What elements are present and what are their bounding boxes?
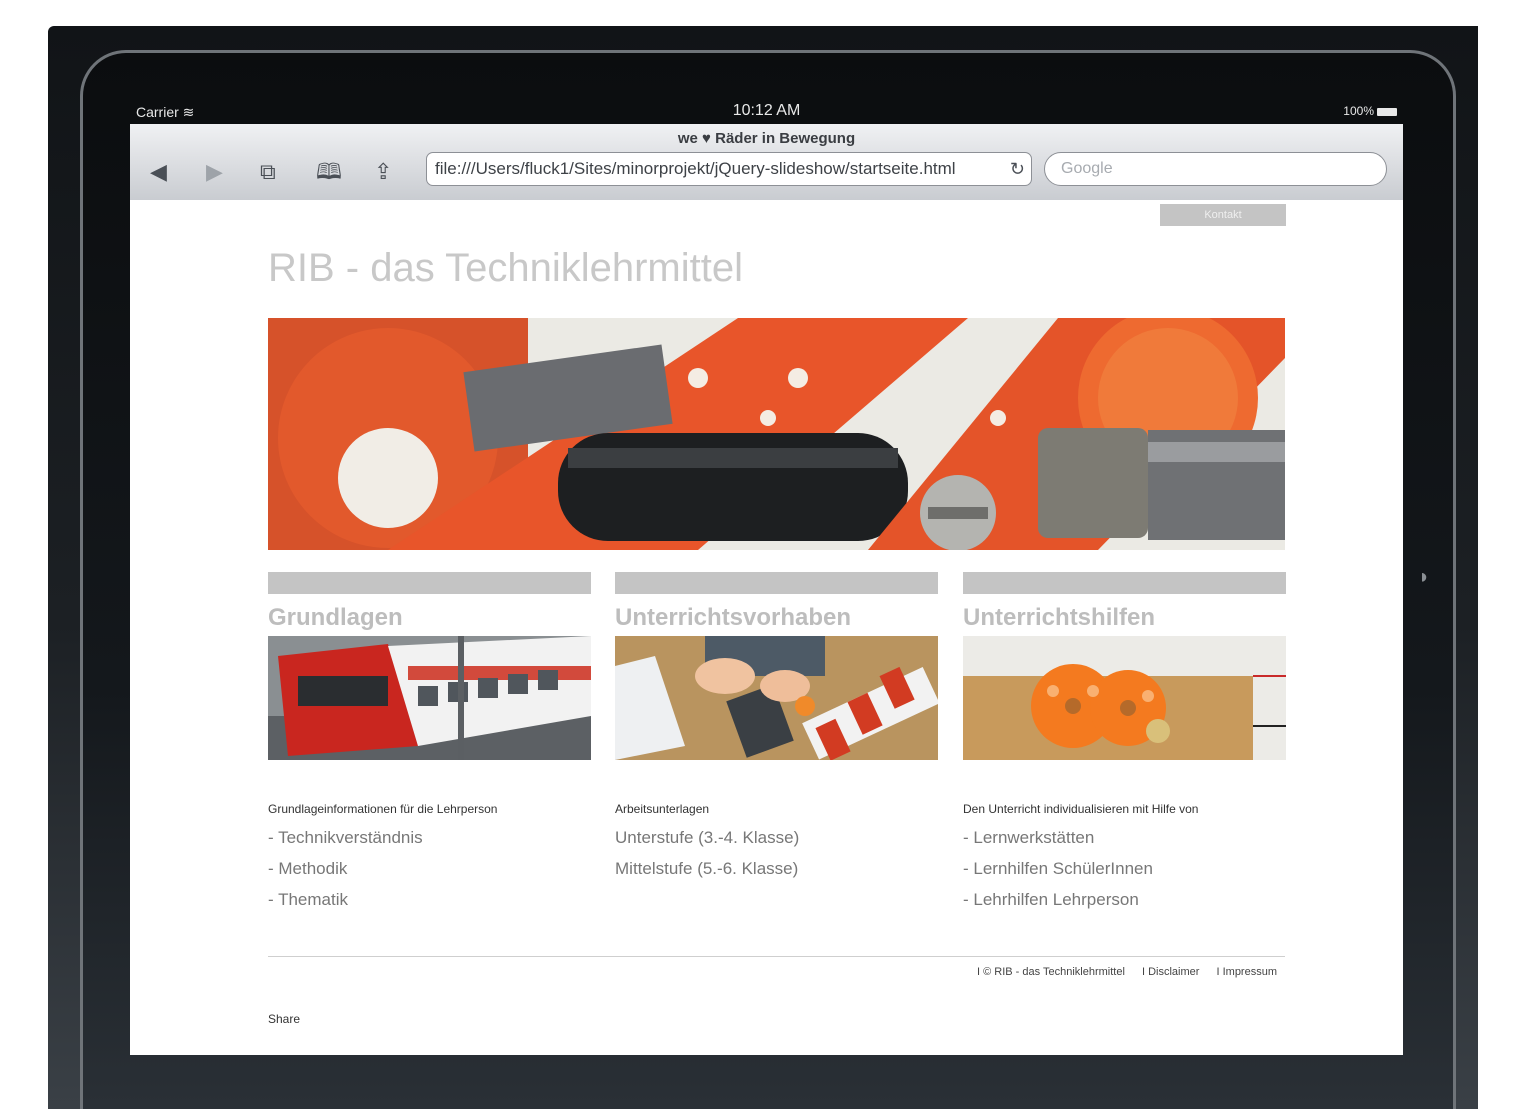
browser-page-title: we ♥ Räder in Bewegung	[677, 130, 856, 147]
column-link-list: Unterstufe (3.-4. Klasse) Mittelstufe (5…	[615, 822, 938, 884]
column-bar	[615, 572, 938, 594]
url-text: file:///Users/fluck1/Sites/minorprojekt/…	[435, 159, 956, 178]
column-heading[interactable]: Unterrichtshilfen	[963, 604, 1286, 636]
link-lernwerkstaetten[interactable]: - Lernwerkstätten	[963, 822, 1286, 853]
link-technikverstaendnis[interactable]: - Technikverständnis	[268, 822, 591, 853]
pages-icon[interactable]: ⧉	[260, 158, 276, 186]
link-lernhilfen-schuelerinnen[interactable]: - Lernhilfen SchülerInnen	[963, 853, 1286, 884]
gears-image[interactable]	[963, 636, 1286, 760]
link-lehrhilfen-lehrperson[interactable]: - Lehrhilfen Lehrperson	[963, 884, 1286, 915]
search-input[interactable]: Google	[1044, 152, 1387, 186]
link-unterstufe[interactable]: Unterstufe (3.-4. Klasse)	[615, 822, 938, 853]
column-link-list: - Technikverständnis - Methodik - Themat…	[268, 822, 591, 915]
footer-disclaimer-link[interactable]: I Disclaimer	[1142, 966, 1199, 978]
footer-divider	[268, 956, 1285, 957]
share-icon[interactable]: ⇪	[374, 158, 392, 186]
column-unterrichtshilfen: Unterrichtshilfen Den Unterricht individ…	[963, 572, 1286, 915]
column-grundlagen: Grundlagen Grundlageinformationen für di…	[268, 572, 591, 915]
volume-icon: ◗	[1418, 566, 1431, 588]
url-input[interactable]: file:///Users/fluck1/Sites/minorprojekt/…	[426, 152, 1032, 186]
footer-links: I © RIB - das Techniklehrmittel I Discla…	[963, 966, 1277, 978]
reload-icon[interactable]: ↻	[1010, 153, 1025, 185]
column-intro: Den Unterricht individualisieren mit Hil…	[963, 802, 1199, 816]
status-time: 10:12 AM	[732, 102, 801, 119]
site-title: RIB - das Techniklehrmittel	[268, 246, 743, 290]
browser-toolbar: we ♥ Räder in Bewegung ◀ ▶ ⧉ 🕮 ⇪ file://…	[130, 124, 1403, 201]
train-image[interactable]	[268, 636, 591, 760]
hero-slideshow-image	[268, 318, 1285, 550]
bookmarks-icon[interactable]: 🕮	[316, 158, 342, 186]
footer-copyright[interactable]: I © RIB - das Techniklehrmittel	[977, 966, 1125, 978]
contact-button[interactable]: Kontakt	[1160, 204, 1286, 226]
column-bar	[268, 572, 591, 594]
column-intro: Grundlageinformationen für die Lehrperso…	[268, 802, 498, 816]
webpage: Kontakt RIB - das Techniklehrmittel Grun…	[130, 200, 1403, 1055]
link-mittelstufe[interactable]: Mittelstufe (5.-6. Klasse)	[615, 853, 938, 884]
column-heading[interactable]: Grundlagen	[268, 604, 591, 636]
link-methodik[interactable]: - Methodik	[268, 853, 591, 884]
column-heading[interactable]: Unterrichtsvorhaben	[615, 604, 938, 636]
status-bar: Carrier ≋ 10:12 AM 100%	[130, 100, 1403, 124]
column-unterrichtsvorhaben: Unterrichtsvorhaben Arbeitsunterlagen Un…	[615, 572, 938, 884]
back-icon[interactable]: ◀	[150, 158, 167, 186]
battery-icon	[1377, 107, 1397, 116]
footer-impressum-link[interactable]: I Impressum	[1216, 966, 1277, 978]
column-bar	[963, 572, 1286, 594]
share-link[interactable]: Share	[268, 1012, 300, 1026]
battery-indicator: 100%	[1343, 104, 1397, 118]
column-intro: Arbeitsunterlagen	[615, 802, 710, 816]
link-thematik[interactable]: - Thematik	[268, 884, 591, 915]
column-link-list: - Lernwerkstätten - Lernhilfen SchülerIn…	[963, 822, 1286, 915]
classroom-image[interactable]	[615, 636, 938, 760]
forward-icon[interactable]: ▶	[206, 158, 223, 186]
